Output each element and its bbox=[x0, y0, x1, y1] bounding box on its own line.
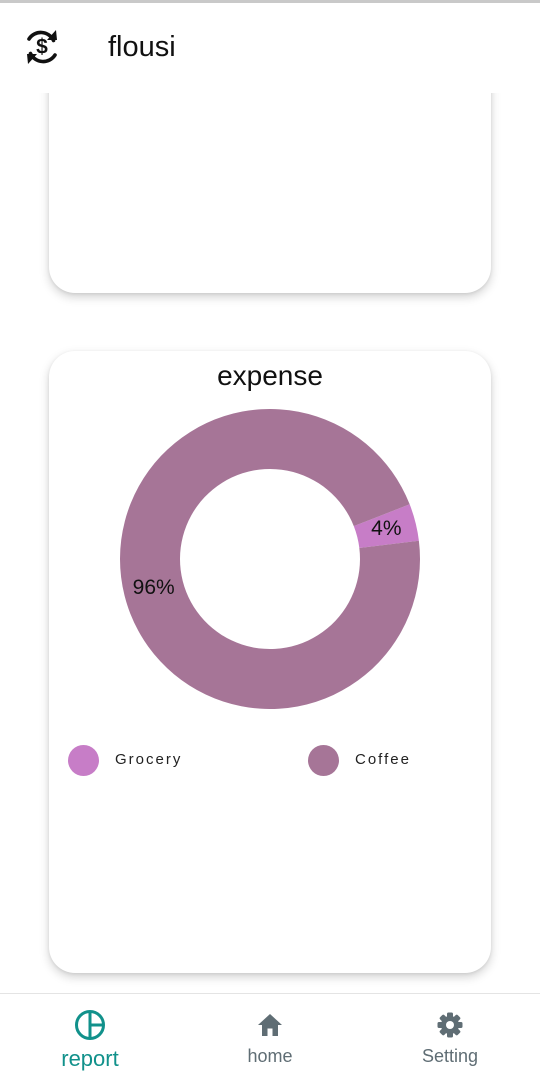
legend-label-coffee: Coffee bbox=[355, 751, 411, 768]
bottom-navigation: report home Setting bbox=[0, 993, 540, 1089]
legend-swatch-coffee bbox=[308, 745, 339, 776]
app-bar: $ flousi bbox=[0, 3, 540, 93]
expense-chart-title: expense bbox=[217, 360, 323, 391]
nav-item-setting[interactable]: Setting bbox=[360, 994, 540, 1089]
donut-slice-coffee bbox=[120, 409, 420, 709]
home-icon bbox=[258, 1014, 282, 1036]
gear-icon bbox=[437, 1012, 463, 1038]
expense-donut-chart: 4% 96% bbox=[120, 409, 420, 709]
expense-card: expense 4% 96% Grocery Coffee bbox=[49, 351, 491, 973]
nav-label-home: home bbox=[247, 1046, 293, 1066]
nav-item-report[interactable]: report bbox=[0, 994, 180, 1089]
svg-text:$: $ bbox=[36, 36, 48, 59]
report-scroll-area[interactable]: expense 4% 96% Grocery Coffee bbox=[0, 93, 540, 993]
legend-swatch-grocery bbox=[68, 745, 99, 776]
legend-label-grocery: Grocery bbox=[115, 751, 183, 768]
slice-label-coffee: 96% bbox=[133, 576, 175, 599]
nav-label-setting: Setting bbox=[421, 1046, 479, 1066]
pie-chart-icon bbox=[75, 1010, 105, 1040]
app-title: flousi bbox=[108, 31, 176, 63]
slice-label-grocery: 4% bbox=[371, 517, 401, 540]
nav-item-home[interactable]: home bbox=[180, 994, 360, 1089]
chart-legend: Grocery Coffee bbox=[49, 745, 491, 779]
currency-exchange-icon: $ bbox=[27, 30, 57, 64]
report-card-top bbox=[49, 93, 491, 293]
nav-label-report: report bbox=[61, 1046, 119, 1071]
